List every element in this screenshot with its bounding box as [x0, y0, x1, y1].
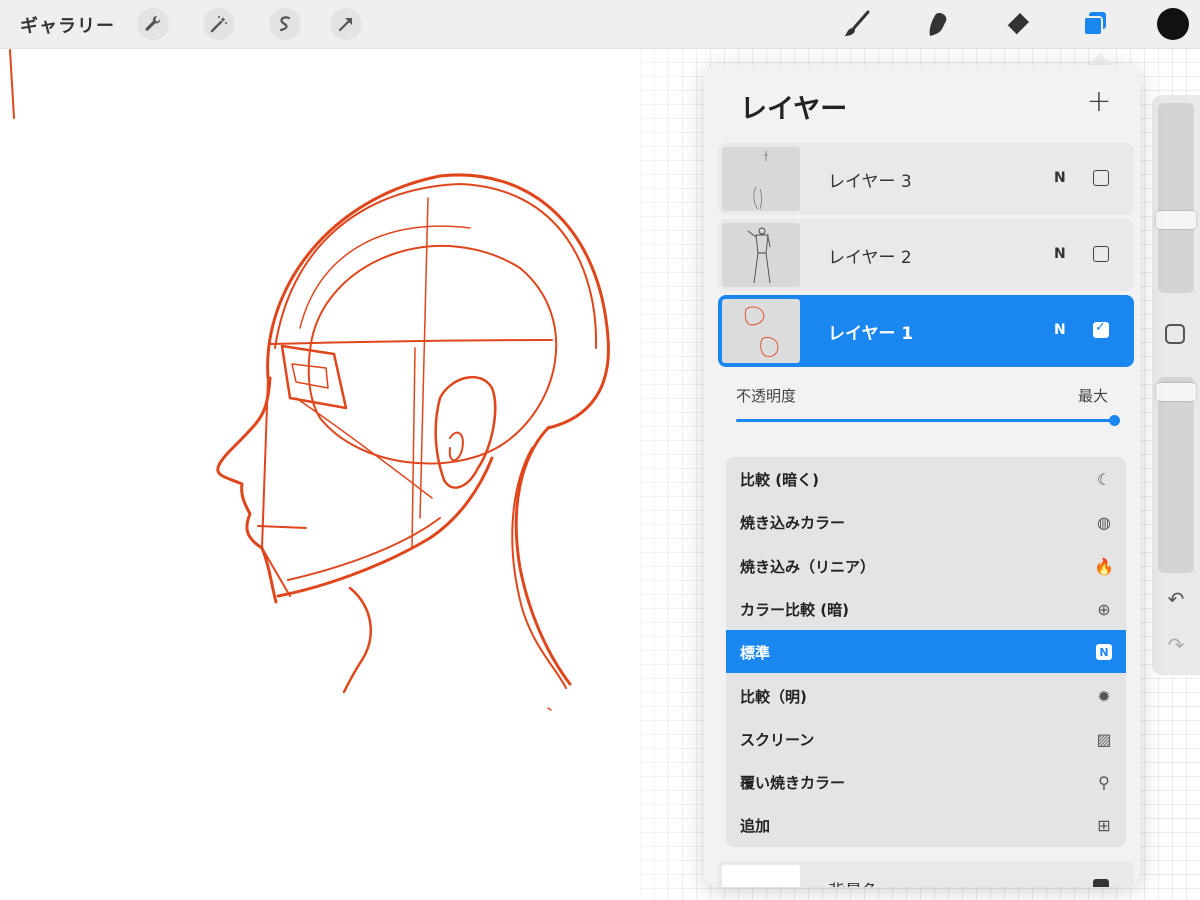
- top-toolbar: ギャラリー: [0, 0, 1200, 49]
- layer-thumbnail: [722, 299, 800, 363]
- n-badge-icon: N: [1094, 642, 1114, 662]
- n-badge: N: [1096, 644, 1112, 660]
- blend-mode-label: 焼き込み（リニア）: [740, 558, 876, 576]
- opacity-value: 最大: [1078, 387, 1109, 405]
- layer-visibility-checkbox[interactable]: [1093, 170, 1109, 186]
- brush-opacity-thumb[interactable]: [1156, 383, 1196, 401]
- blend-mode-label: 追加: [740, 817, 771, 835]
- undo-icon[interactable]: ↶: [1164, 587, 1188, 611]
- layer-row-active[interactable]: レイヤー 1 N ✓: [718, 295, 1134, 367]
- layer-name: レイヤー 1: [828, 324, 914, 344]
- burn-color-icon: ◍: [1097, 512, 1111, 532]
- eraser-icon: [1006, 13, 1029, 36]
- layer-row[interactable]: レイヤー 3 N: [718, 143, 1134, 215]
- layer-name: 背景色: [828, 877, 879, 887]
- brush-button[interactable]: [839, 6, 875, 42]
- transform-arrow-icon: [338, 17, 353, 32]
- blend-mode-item[interactable]: 比較 (暗く) ☾: [726, 457, 1126, 500]
- blend-mode-item[interactable]: 覆い焼きカラー ⚲: [726, 760, 1126, 803]
- blend-mode-label: カラー比較 (暗): [740, 601, 849, 619]
- flame-icon: 🔥: [1094, 556, 1114, 576]
- blend-mode-item[interactable]: カラー比較 (暗) ⊕: [726, 587, 1126, 630]
- blend-mode-item[interactable]: 焼き込みカラー ◍: [726, 500, 1126, 543]
- blend-mode-item[interactable]: 標準 N: [726, 630, 1126, 673]
- plus-square-icon: ⊞: [1097, 815, 1111, 835]
- layer-name: レイヤー 3: [828, 172, 912, 192]
- gallery-button[interactable]: ギャラリー: [20, 12, 115, 38]
- head-sketch: [9, 49, 610, 711]
- blend-mode-indicator[interactable]: N: [1054, 170, 1066, 186]
- opacity-slider-knob[interactable]: [1109, 415, 1120, 426]
- opacity-slider[interactable]: [736, 415, 1120, 426]
- blend-mode-item[interactable]: 比較（明) ✹: [726, 674, 1126, 717]
- blend-mode-label: スクリーン: [740, 731, 815, 749]
- smudge-button[interactable]: [921, 6, 957, 42]
- selection-icon: [279, 16, 291, 32]
- brush-opacity-slider[interactable]: [1158, 377, 1194, 573]
- layers-button[interactable]: [1077, 6, 1113, 42]
- sun-burst-icon: ✹: [1097, 686, 1111, 706]
- magic-wand-icon: [210, 16, 227, 33]
- redo-icon[interactable]: ↷: [1164, 633, 1188, 657]
- blend-mode-label: 標準: [740, 644, 771, 662]
- color-picker-button[interactable]: [1157, 8, 1189, 40]
- layer-thumbnail: [722, 223, 800, 287]
- blend-mode-item[interactable]: 追加 ⊞: [726, 803, 1126, 846]
- layer-visibility-checkbox[interactable]: [1093, 879, 1109, 887]
- selection-button[interactable]: [269, 8, 301, 40]
- brush-size-slider[interactable]: [1158, 103, 1194, 293]
- blend-mode-item[interactable]: スクリーン ▨: [726, 717, 1126, 760]
- layer-name: レイヤー 2: [828, 248, 912, 268]
- transform-button[interactable]: [330, 8, 362, 40]
- layer-thumbnail: [722, 865, 800, 887]
- adjustments-button[interactable]: [203, 8, 235, 40]
- blend-mode-label: 比較（明): [740, 688, 807, 706]
- side-slider-rail: ↶ ↷: [1152, 95, 1200, 675]
- add-layer-button[interactable]: +: [1084, 87, 1114, 117]
- wrench-icon: [145, 15, 161, 31]
- eraser-button[interactable]: [999, 6, 1035, 42]
- panel-title: レイヤー: [740, 94, 848, 125]
- opacity-label: 不透明度: [736, 387, 797, 405]
- layer-row[interactable]: レイヤー 2 N: [718, 219, 1134, 291]
- layers-icon: [1083, 12, 1106, 36]
- layer-visibility-checkbox[interactable]: ✓: [1093, 320, 1109, 338]
- moon-icon: ☾: [1096, 469, 1112, 489]
- checkmark-icon: ✓: [1095, 320, 1106, 335]
- brush-icon: [845, 10, 870, 36]
- blend-mode-list: 比較 (暗く) ☾ 焼き込みカラー ◍ 焼き込み（リニア） 🔥 カラー比較 (暗) ⊕ 標準 N 比…: [726, 457, 1126, 847]
- smudge-icon: [929, 12, 947, 36]
- actions-button[interactable]: [137, 8, 169, 40]
- modify-button[interactable]: [1165, 324, 1185, 344]
- blend-mode-item[interactable]: 焼き込み（リニア） 🔥: [726, 544, 1126, 587]
- hatch-icon: ▨: [1096, 729, 1112, 749]
- blend-mode-indicator[interactable]: N: [1054, 322, 1066, 338]
- dodge-icon: ⚲: [1098, 772, 1110, 792]
- layer-thumbnail: [722, 147, 800, 211]
- layer-visibility-checkbox[interactable]: [1093, 246, 1109, 262]
- background-color-layer[interactable]: 背景色: [718, 861, 1134, 887]
- blend-mode-indicator[interactable]: N: [1054, 246, 1066, 262]
- layers-panel: レイヤー + レイヤー 3 N レイヤー 2 N レイヤー 1 N ✓ 不透明度…: [704, 65, 1140, 887]
- brush-size-thumb[interactable]: [1156, 211, 1196, 229]
- blend-mode-label: 覆い焼きカラー: [740, 774, 846, 792]
- plus-circle-icon: ⊕: [1097, 599, 1111, 619]
- blend-mode-label: 焼き込みカラー: [740, 514, 846, 532]
- blend-mode-label: 比較 (暗く): [740, 471, 819, 489]
